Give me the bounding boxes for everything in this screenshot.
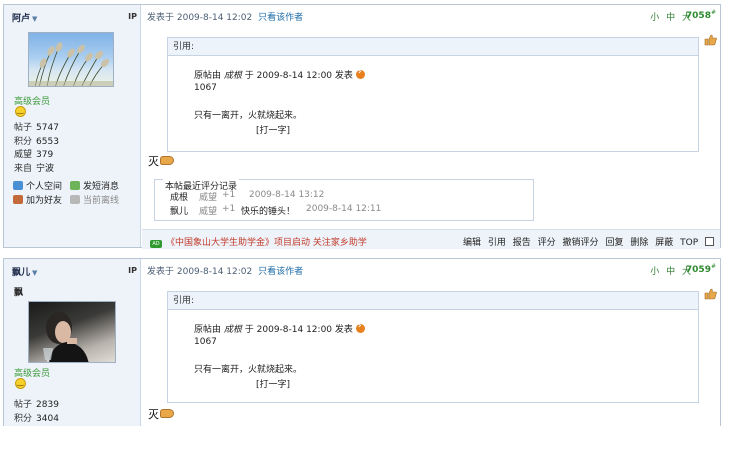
only-author-link[interactable]: 只看该作者 xyxy=(258,267,303,277)
rating-time: 2009-8-14 12:11 xyxy=(306,204,382,214)
quote-block: 引用: 原帖由 成根 于 2009-8-14 12:00 发表 1067 只有一… xyxy=(167,37,699,152)
user-nickname: 飘 xyxy=(14,288,24,298)
rating-type: 威望 xyxy=(199,207,218,217)
personal-space-link[interactable]: 个人空间 xyxy=(13,181,62,194)
quote-line-1: 1067 xyxy=(194,337,217,347)
username[interactable]: 阿卢 ▼ xyxy=(12,11,37,24)
add-friend-link[interactable]: 加为好友 xyxy=(13,195,62,208)
undo-rate-link[interactable]: 撤销评分 xyxy=(563,238,599,248)
quote-origin: 原帖由 成根 于 2009-8-14 12:00 发表 xyxy=(194,321,365,335)
quote-block: 引用: 原帖由 成根 于 2009-8-14 12:00 发表 1067 只有一… xyxy=(167,291,699,403)
origin-author[interactable]: 成根 xyxy=(224,325,242,335)
send-message-link[interactable]: 发短消息 xyxy=(70,181,119,194)
smiley-icon xyxy=(15,377,26,389)
post-meta: 发表于 2009-8-14 12:02 只看该作者 xyxy=(147,10,303,23)
quote-line-2: 只有一离开，火就烧起来。 xyxy=(194,111,303,121)
floor-number[interactable]: 7059# xyxy=(686,263,716,275)
post-body: 发表于 2009-8-14 12:02 只看该作者 小 中 大 7058# 引用… xyxy=(142,5,720,249)
post-7058: 阿卢 ▼ IP 高级会员 ‿ 帖子 5747 积分 6553 威望 379 来自… xyxy=(3,4,721,249)
edit-link[interactable]: 编辑 xyxy=(463,238,481,248)
select-checkbox[interactable] xyxy=(705,237,714,246)
stat-from: 来自 宁波 xyxy=(14,163,55,174)
stat-points: 积分 3404 xyxy=(14,413,59,424)
quote-origin: 原帖由 成根 于 2009-8-14 12:00 发表 xyxy=(194,67,365,81)
quote-line-2: 只有一离开，火就烧起来。 xyxy=(194,365,303,375)
reply-content: 灭 xyxy=(148,153,174,169)
username-text[interactable]: 阿卢 xyxy=(12,14,30,24)
quote-line-3: [打一字] xyxy=(256,126,291,136)
rating-log: 本帖最近评分记录 成根 威望 +1 2009-8-14 13:12 飘儿 威望 … xyxy=(154,179,534,221)
reply-link[interactable]: 回复 xyxy=(605,238,623,248)
quote-line-1: 1067 xyxy=(194,83,217,93)
ip-label[interactable]: IP xyxy=(128,266,137,275)
quote-title: 引用: xyxy=(168,38,698,56)
rater-name[interactable]: 飘儿 xyxy=(170,204,188,217)
quote-line-3: [打一字] xyxy=(256,380,291,390)
block-link[interactable]: 屏蔽 xyxy=(655,238,673,248)
rating-reason: 快乐的锤头！ xyxy=(241,207,296,217)
delete-link[interactable]: 删除 xyxy=(630,238,648,248)
post-meta: 发表于 2009-8-14 12:02 只看该作者 xyxy=(147,264,303,277)
chevron-down-icon[interactable]: ▼ xyxy=(32,15,37,23)
thumbs-up-icon[interactable] xyxy=(704,288,717,300)
user-stats: 帖子 5747 积分 6553 威望 379 来自 宁波 xyxy=(14,122,59,176)
chevron-down-icon[interactable]: ▼ xyxy=(32,269,37,277)
origin-author[interactable]: 成根 xyxy=(224,71,242,81)
top-link[interactable]: TOP xyxy=(680,238,698,248)
post-time: 发表于 2009-8-14 12:02 xyxy=(147,13,253,23)
hand-emoticon-icon xyxy=(160,409,174,418)
only-author-link[interactable]: 只看该作者 xyxy=(258,13,303,23)
username[interactable]: 飘儿 ▼ xyxy=(12,265,37,278)
rater-name[interactable]: 成根 xyxy=(170,190,188,203)
author-sidebar: 飘儿▼ IP 飘 高级会员 帖子2839 积分3404 xyxy=(4,259,141,426)
avatar[interactable] xyxy=(28,32,114,87)
post-time: 发表于 2009-8-14 12:02 xyxy=(147,267,253,277)
rate-link[interactable]: 评分 xyxy=(538,238,556,248)
goto-post-icon[interactable] xyxy=(355,67,365,79)
message-icon xyxy=(70,181,80,190)
rating-type: 威望 xyxy=(199,193,218,203)
post-actions: 编辑 引用 报告 评分 撤销评分 回复 删除 屏蔽 TOP xyxy=(459,235,714,248)
user-stats: 帖子 2839 积分 3404 xyxy=(14,399,59,426)
rating-points: +1 xyxy=(222,190,236,200)
reply-content: 灭 xyxy=(148,406,174,422)
rating-time: 2009-8-14 13:12 xyxy=(249,190,325,200)
post-body: 发表于 2009-8-14 12:02 只看该作者 小 中 大 7059# 引用… xyxy=(142,259,720,426)
quote-link[interactable]: 引用 xyxy=(488,238,506,248)
author-sidebar: 阿卢 ▼ IP 高级会员 ‿ 帖子 5747 积分 6553 威望 379 来自… xyxy=(4,5,141,247)
username-text[interactable]: 飘儿 xyxy=(12,268,30,278)
home-icon xyxy=(13,181,23,190)
thumbs-up-icon[interactable] xyxy=(704,34,717,46)
floor-number[interactable]: 7058# xyxy=(686,9,716,21)
report-link[interactable]: 报告 xyxy=(513,238,531,248)
goto-post-icon[interactable] xyxy=(355,321,365,333)
stat-prestige: 威望 379 xyxy=(14,150,54,160)
ad-link[interactable]: AD 《中国象山大学生助学金》项目启动 关注家乡助学 xyxy=(150,235,367,248)
post-7059: 飘儿▼ IP 飘 高级会员 帖子2839 积分3404 发表于 2009-8-1… xyxy=(3,258,721,426)
add-friend-icon xyxy=(13,195,23,204)
offline-icon xyxy=(70,195,80,204)
stat-points: 积分 6553 xyxy=(14,136,59,147)
avatar[interactable] xyxy=(28,301,116,363)
ip-label[interactable]: IP xyxy=(128,12,137,21)
post-footer: AD 《中国象山大学生助学金》项目启动 关注家乡助学 编辑 引用 报告 评分 撤销… xyxy=(142,229,720,249)
rating-points: +1 xyxy=(222,204,236,214)
stat-posts: 帖子 2839 xyxy=(14,400,59,410)
hand-emoticon-icon xyxy=(160,156,174,165)
smiley-icon xyxy=(15,105,26,117)
quote-title: 引用: xyxy=(168,292,698,310)
online-status: 当前离线 xyxy=(70,195,119,208)
ad-icon: AD xyxy=(150,240,162,248)
stat-posts: 帖子 5747 xyxy=(14,123,59,133)
